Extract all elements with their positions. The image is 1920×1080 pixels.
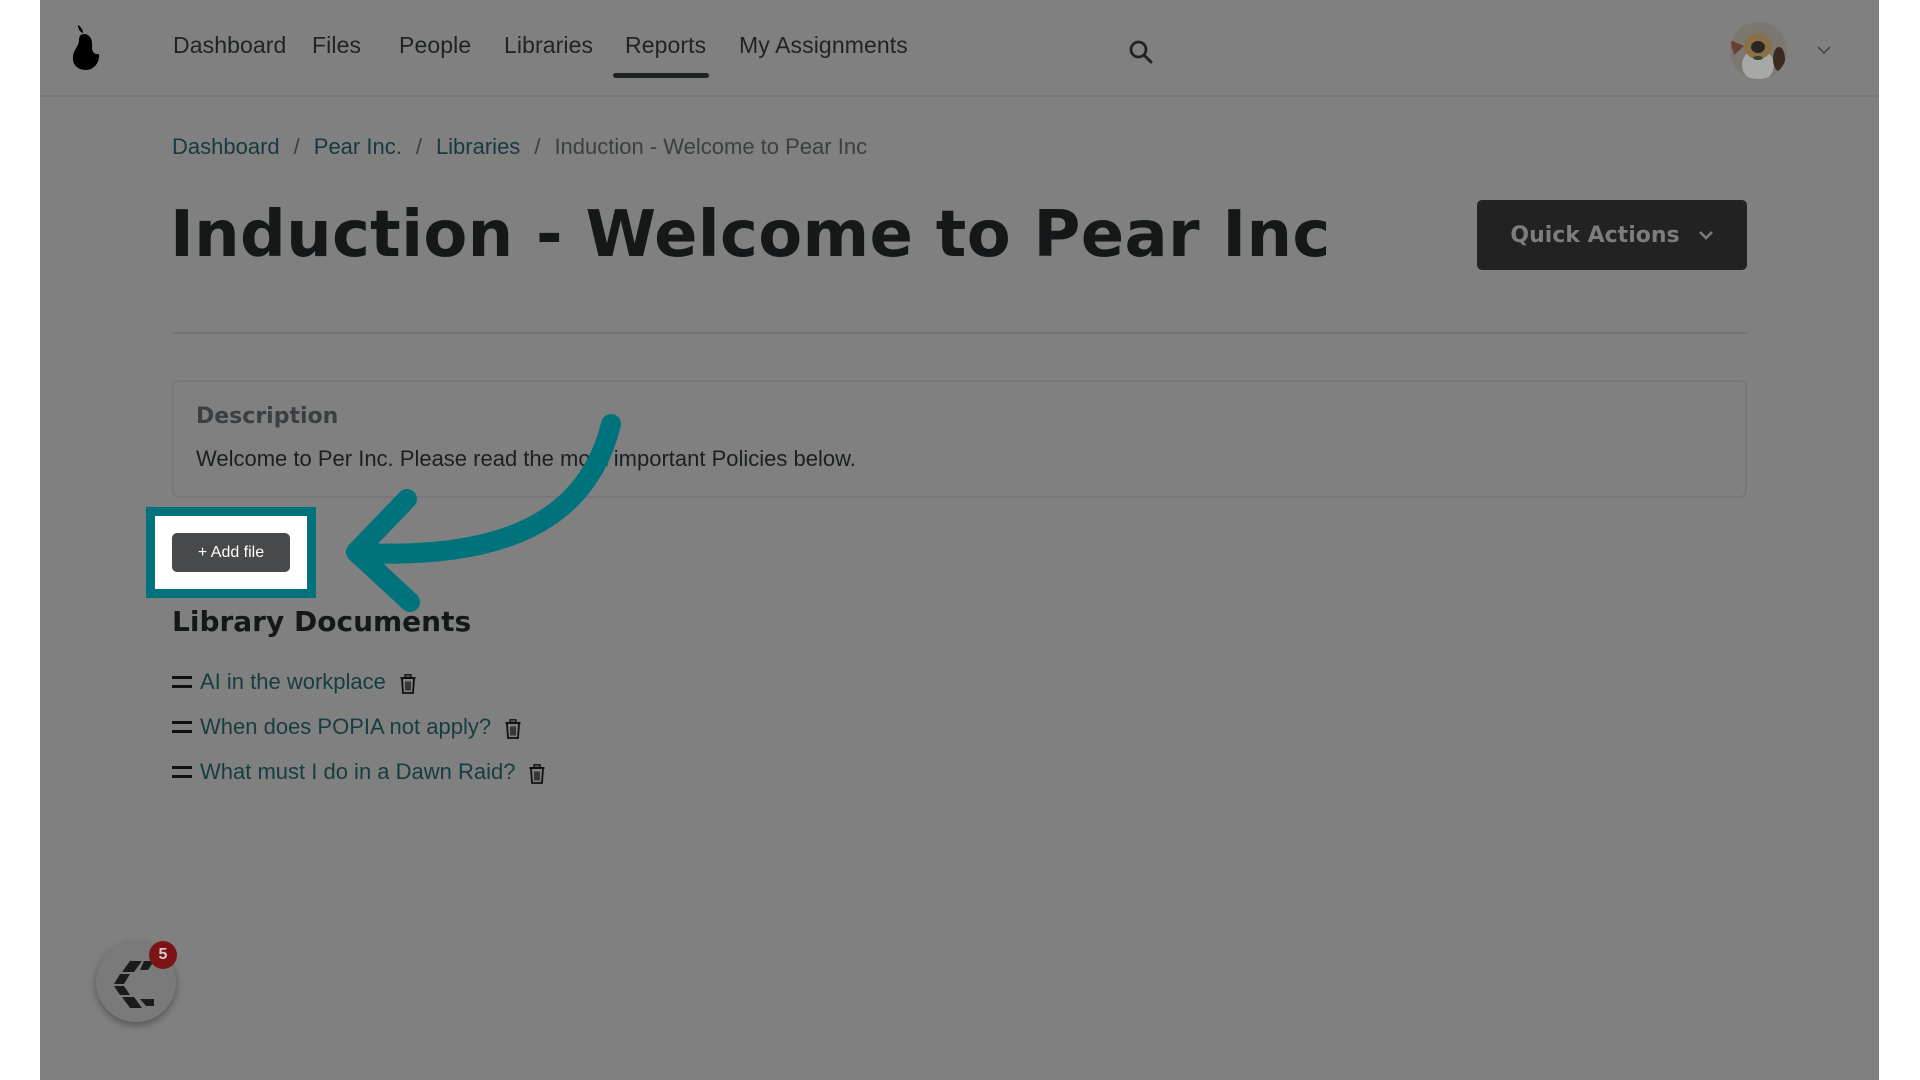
trash-icon[interactable] bbox=[505, 719, 521, 739]
title-divider bbox=[172, 332, 1747, 334]
nav-people[interactable]: People bbox=[399, 32, 471, 59]
drag-handle-icon[interactable] bbox=[172, 766, 192, 778]
user-avatar[interactable] bbox=[1730, 22, 1787, 79]
trash-icon[interactable] bbox=[529, 764, 545, 784]
document-link[interactable]: When does POPIA not apply? bbox=[200, 714, 491, 740]
notification-badge: 5 bbox=[149, 941, 177, 969]
breadcrumb-pear-inc[interactable]: Pear Inc. bbox=[314, 134, 402, 159]
description-label: Description bbox=[196, 404, 339, 429]
page-title: Induction - Welcome to Pear Inc bbox=[170, 198, 1331, 272]
quick-actions-label: Quick Actions bbox=[1510, 222, 1680, 248]
avatar-dog-image bbox=[1730, 22, 1787, 79]
pear-logo-icon[interactable] bbox=[68, 22, 104, 74]
chevron-down-icon[interactable] bbox=[1816, 44, 1832, 56]
breadcrumb: Dashboard / Pear Inc. / Libraries / Induction … bbox=[172, 134, 867, 160]
breadcrumb-separator: / bbox=[415, 134, 422, 159]
description-card: Description Welcome to Per Inc. Please r… bbox=[172, 380, 1747, 498]
breadcrumb-libraries[interactable]: Libraries bbox=[436, 134, 520, 159]
nav-reports[interactable]: Reports bbox=[625, 32, 706, 59]
description-text: Welcome to Per Inc. Please read the most… bbox=[196, 446, 856, 471]
nav-dashboard[interactable]: Dashboard bbox=[173, 32, 286, 59]
chevron-down-icon bbox=[1698, 231, 1713, 240]
nav-files[interactable]: Files bbox=[312, 32, 361, 59]
trash-icon[interactable] bbox=[400, 674, 416, 694]
add-file-button[interactable]: + Add file bbox=[172, 533, 290, 572]
breadcrumb-current: Induction - Welcome to Pear Inc bbox=[554, 134, 868, 159]
document-link[interactable]: What must I do in a Dawn Raid? bbox=[200, 759, 515, 785]
page: Dashboard Files People Libraries Reports… bbox=[40, 0, 1879, 1080]
breadcrumb-separator: / bbox=[534, 134, 541, 159]
nav-libraries[interactable]: Libraries bbox=[504, 32, 593, 59]
nav-my-assignments[interactable]: My Assignments bbox=[739, 32, 908, 59]
nav-active-indicator bbox=[613, 73, 709, 78]
library-documents-heading: Library Documents bbox=[172, 605, 472, 638]
quick-actions-button[interactable]: Quick Actions bbox=[1477, 200, 1747, 270]
top-navbar: Dashboard Files People Libraries Reports… bbox=[40, 0, 1879, 97]
document-item: AI in the workplace bbox=[172, 665, 416, 699]
search-icon[interactable] bbox=[1128, 39, 1154, 65]
drag-handle-icon[interactable] bbox=[172, 721, 192, 733]
document-item: When does POPIA not apply? bbox=[172, 710, 521, 744]
breadcrumb-separator: / bbox=[293, 134, 300, 159]
drag-handle-icon[interactable] bbox=[172, 676, 192, 688]
breadcrumb-dashboard[interactable]: Dashboard bbox=[172, 134, 280, 159]
document-link[interactable]: AI in the workplace bbox=[200, 669, 386, 695]
document-item: What must I do in a Dawn Raid? bbox=[172, 755, 545, 789]
